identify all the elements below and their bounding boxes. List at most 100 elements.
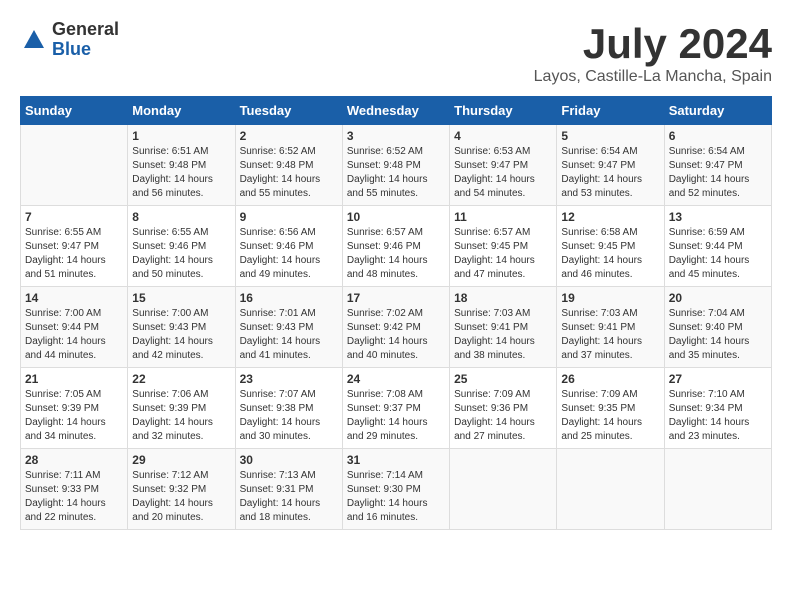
- day-number: 3: [347, 129, 445, 143]
- day-number: 26: [561, 372, 659, 386]
- calendar-cell: 1 Sunrise: 6:51 AM Sunset: 9:48 PM Daylig…: [128, 125, 235, 206]
- day-info: Sunrise: 7:11 AM Sunset: 9:33 PM Dayligh…: [25, 469, 123, 525]
- calendar-cell: 27 Sunrise: 7:10 AM Sunset: 9:34 PM Dayli…: [664, 368, 771, 449]
- day-number: 14: [25, 291, 123, 305]
- calendar-cell: 29Sunrise: 7:12 AM Sunset: 9:32 PM Dayli…: [128, 449, 235, 530]
- day-number: 28: [25, 453, 123, 467]
- calendar-cell: 16Sunrise: 7:01 AM Sunset: 9:43 PM Dayli…: [235, 287, 342, 368]
- day-info: Sunrise: 7:07 AM Sunset: 9:38 PM Dayligh…: [240, 388, 338, 444]
- header-cell-sunday: Sunday: [21, 97, 128, 125]
- header-cell-saturday: Saturday: [664, 97, 771, 125]
- calendar-cell: 14 Sunrise: 7:00 AM Sunset: 9:44 PM Dayli…: [21, 287, 128, 368]
- day-info: Sunrise: 6:53 AM Sunset: 9:47 PM Dayligh…: [454, 145, 552, 201]
- header-cell-friday: Friday: [557, 97, 664, 125]
- day-number: 21: [25, 372, 123, 386]
- calendar-cell: 4 Sunrise: 6:53 AM Sunset: 9:47 PM Daylig…: [450, 125, 557, 206]
- day-info: Sunrise: 6:55 AM Sunset: 9:47 PM Dayligh…: [25, 226, 123, 282]
- day-info: Sunrise: 6:57 AM Sunset: 9:46 PM Dayligh…: [347, 226, 445, 282]
- month-title: July 2024: [534, 20, 772, 68]
- day-number: 4: [454, 129, 552, 143]
- day-info: Sunrise: 6:55 AM Sunset: 9:46 PM Dayligh…: [132, 226, 230, 282]
- calendar-cell: 19 Sunrise: 7:03 AM Sunset: 9:41 PM Dayli…: [557, 287, 664, 368]
- day-info: Sunrise: 7:14 AM Sunset: 9:30 PM Dayligh…: [347, 469, 445, 525]
- day-number: 30: [240, 453, 338, 467]
- day-info: Sunrise: 6:51 AM Sunset: 9:48 PM Dayligh…: [132, 145, 230, 201]
- week-row-5: 28 Sunrise: 7:11 AM Sunset: 9:33 PM Dayli…: [21, 449, 772, 530]
- day-number: 19: [561, 291, 659, 305]
- calendar-header: SundayMondayTuesdayWednesdayThursdayFrid…: [21, 97, 772, 125]
- day-info: Sunrise: 6:58 AM Sunset: 9:45 PM Dayligh…: [561, 226, 659, 282]
- header-cell-monday: Monday: [128, 97, 235, 125]
- day-info: Sunrise: 6:57 AM Sunset: 9:45 PM Dayligh…: [454, 226, 552, 282]
- calendar-body: 1 Sunrise: 6:51 AM Sunset: 9:48 PM Daylig…: [21, 125, 772, 530]
- calendar-cell: 21 Sunrise: 7:05 AM Sunset: 9:39 PM Dayli…: [21, 368, 128, 449]
- calendar-cell: [557, 449, 664, 530]
- header-cell-wednesday: Wednesday: [342, 97, 449, 125]
- calendar-cell: 31 Sunrise: 7:14 AM Sunset: 9:30 PM Dayli…: [342, 449, 449, 530]
- location: Layos, Castille-La Mancha, Spain: [534, 68, 772, 86]
- calendar-cell: 11 Sunrise: 6:57 AM Sunset: 9:45 PM Dayli…: [450, 206, 557, 287]
- day-info: Sunrise: 7:01 AM Sunset: 9:43 PM Dayligh…: [240, 307, 338, 363]
- day-info: Sunrise: 7:10 AM Sunset: 9:34 PM Dayligh…: [669, 388, 767, 444]
- day-number: 29: [132, 453, 230, 467]
- day-number: 15: [132, 291, 230, 305]
- calendar-cell: 15Sunrise: 7:00 AM Sunset: 9:43 PM Dayli…: [128, 287, 235, 368]
- calendar-cell: 20 Sunrise: 7:04 AM Sunset: 9:40 PM Dayli…: [664, 287, 771, 368]
- day-number: 17: [347, 291, 445, 305]
- logo-blue: Blue: [52, 40, 119, 60]
- day-number: 23: [240, 372, 338, 386]
- day-info: Sunrise: 7:02 AM Sunset: 9:42 PM Dayligh…: [347, 307, 445, 363]
- header-cell-thursday: Thursday: [450, 97, 557, 125]
- calendar-cell: 23 Sunrise: 7:07 AM Sunset: 9:38 PM Dayli…: [235, 368, 342, 449]
- day-number: 8: [132, 210, 230, 224]
- day-number: 31: [347, 453, 445, 467]
- week-row-4: 21 Sunrise: 7:05 AM Sunset: 9:39 PM Dayli…: [21, 368, 772, 449]
- calendar-cell: 30 Sunrise: 7:13 AM Sunset: 9:31 PM Dayli…: [235, 449, 342, 530]
- day-number: 12: [561, 210, 659, 224]
- day-info: Sunrise: 7:00 AM Sunset: 9:44 PM Dayligh…: [25, 307, 123, 363]
- day-number: 24: [347, 372, 445, 386]
- calendar-cell: 9Sunrise: 6:56 AM Sunset: 9:46 PM Daylig…: [235, 206, 342, 287]
- day-info: Sunrise: 7:03 AM Sunset: 9:41 PM Dayligh…: [561, 307, 659, 363]
- calendar-cell: [450, 449, 557, 530]
- day-number: 11: [454, 210, 552, 224]
- page-header: General Blue July 2024 Layos, Castille-L…: [20, 20, 772, 86]
- calendar-cell: 7Sunrise: 6:55 AM Sunset: 9:47 PM Daylig…: [21, 206, 128, 287]
- calendar-cell: 10Sunrise: 6:57 AM Sunset: 9:46 PM Dayli…: [342, 206, 449, 287]
- day-info: Sunrise: 6:52 AM Sunset: 9:48 PM Dayligh…: [347, 145, 445, 201]
- day-info: Sunrise: 6:52 AM Sunset: 9:48 PM Dayligh…: [240, 145, 338, 201]
- logo-icon: [20, 26, 48, 54]
- calendar-cell: 8 Sunrise: 6:55 AM Sunset: 9:46 PM Daylig…: [128, 206, 235, 287]
- calendar-cell: 6Sunrise: 6:54 AM Sunset: 9:47 PM Daylig…: [664, 125, 771, 206]
- calendar-cell: 28 Sunrise: 7:11 AM Sunset: 9:33 PM Dayli…: [21, 449, 128, 530]
- calendar-cell: [21, 125, 128, 206]
- calendar-cell: 18Sunrise: 7:03 AM Sunset: 9:41 PM Dayli…: [450, 287, 557, 368]
- day-number: 25: [454, 372, 552, 386]
- day-number: 5: [561, 129, 659, 143]
- day-info: Sunrise: 7:13 AM Sunset: 9:31 PM Dayligh…: [240, 469, 338, 525]
- calendar-table: SundayMondayTuesdayWednesdayThursdayFrid…: [20, 96, 772, 530]
- day-info: Sunrise: 7:04 AM Sunset: 9:40 PM Dayligh…: [669, 307, 767, 363]
- calendar-cell: 3 Sunrise: 6:52 AM Sunset: 9:48 PM Daylig…: [342, 125, 449, 206]
- title-area: July 2024 Layos, Castille-La Mancha, Spa…: [534, 20, 772, 86]
- calendar-cell: 25Sunrise: 7:09 AM Sunset: 9:36 PM Dayli…: [450, 368, 557, 449]
- logo-text: General Blue: [52, 20, 119, 60]
- day-info: Sunrise: 7:06 AM Sunset: 9:39 PM Dayligh…: [132, 388, 230, 444]
- day-info: Sunrise: 6:59 AM Sunset: 9:44 PM Dayligh…: [669, 226, 767, 282]
- day-number: 27: [669, 372, 767, 386]
- calendar-cell: 26 Sunrise: 7:09 AM Sunset: 9:35 PM Dayli…: [557, 368, 664, 449]
- calendar-cell: 24 Sunrise: 7:08 AM Sunset: 9:37 PM Dayli…: [342, 368, 449, 449]
- day-number: 18: [454, 291, 552, 305]
- day-info: Sunrise: 7:05 AM Sunset: 9:39 PM Dayligh…: [25, 388, 123, 444]
- header-row: SundayMondayTuesdayWednesdayThursdayFrid…: [21, 97, 772, 125]
- day-number: 20: [669, 291, 767, 305]
- day-info: Sunrise: 6:54 AM Sunset: 9:47 PM Dayligh…: [669, 145, 767, 201]
- calendar-cell: [664, 449, 771, 530]
- day-number: 22: [132, 372, 230, 386]
- day-number: 2: [240, 129, 338, 143]
- day-info: Sunrise: 7:09 AM Sunset: 9:35 PM Dayligh…: [561, 388, 659, 444]
- week-row-2: 7Sunrise: 6:55 AM Sunset: 9:47 PM Daylig…: [21, 206, 772, 287]
- day-info: Sunrise: 7:08 AM Sunset: 9:37 PM Dayligh…: [347, 388, 445, 444]
- header-cell-tuesday: Tuesday: [235, 97, 342, 125]
- day-number: 1: [132, 129, 230, 143]
